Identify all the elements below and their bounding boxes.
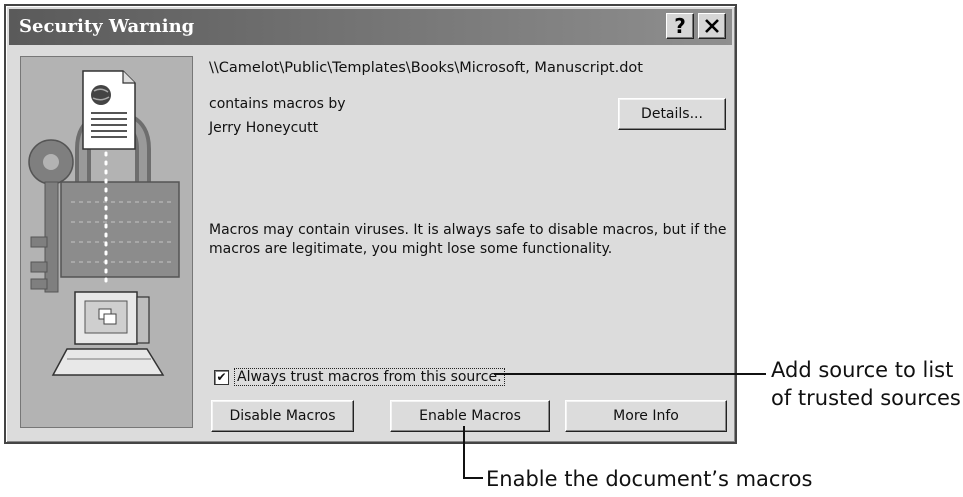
dialog-title: Security Warning [19,16,195,37]
callout-line-trust [494,373,766,375]
details-button[interactable]: Details... [618,98,726,130]
disable-macros-button[interactable]: Disable Macros [211,400,354,432]
document-globe-icon [82,70,136,150]
trust-annotation-line-1: Add source to list [771,358,954,382]
close-button[interactable] [698,13,726,39]
security-illustration-graphic [28,70,180,376]
help-button[interactable]: ? [666,13,694,39]
more-info-button[interactable]: More Info [565,400,727,432]
always-trust-checkbox[interactable]: ✔ [214,370,229,385]
title-bar[interactable]: Security Warning ? [9,9,732,45]
enable-macros-button[interactable]: Enable Macros [390,400,550,432]
close-icon [705,19,719,33]
security-illustration [20,56,193,428]
computer-icon [51,291,165,376]
security-warning-dialog: Security Warning ? \\Camelot\Public\Temp… [4,4,737,444]
contains-macros-label: contains macros by [209,96,346,112]
trust-source-annotation: Add source to list of trusted sources [771,356,961,412]
callout-line-enable-horizontal [463,477,483,479]
macro-author-text: Jerry Honeycutt [209,120,319,136]
enable-macros-annotation: Enable the document’s macros [486,467,813,491]
always-trust-checkbox-label[interactable]: Always trust macros from this source. [234,368,505,386]
callout-line-enable-vertical [463,426,465,478]
file-path-text: \\Camelot\Public\Templates\Books\Microso… [209,60,643,76]
trust-annotation-line-2: of trusted sources [771,386,961,410]
virus-warning-text: Macros may contain viruses. It is always… [209,222,727,257]
